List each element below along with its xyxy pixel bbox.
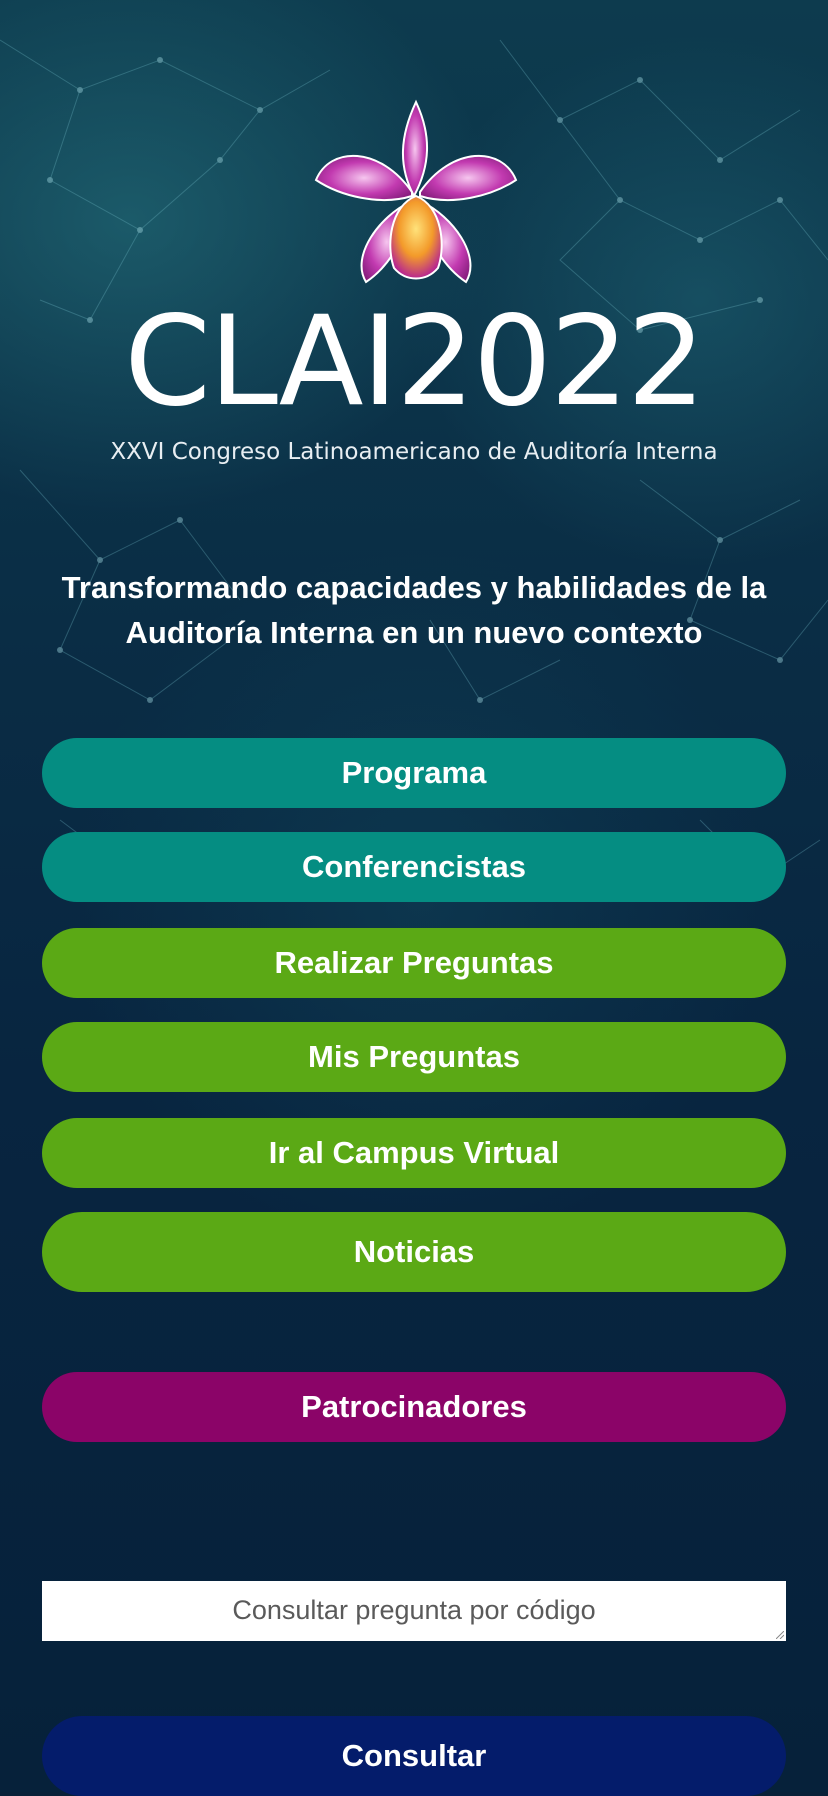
consultar-button[interactable]: Consultar (42, 1716, 786, 1796)
logo-title: CLAI2022 (124, 290, 705, 434)
patrocinadores-button[interactable]: Patrocinadores (42, 1372, 786, 1442)
mis-preguntas-button[interactable]: Mis Preguntas (42, 1022, 786, 1092)
logo-subtitle: XXVI Congreso Latinoamericano de Auditor… (110, 439, 718, 465)
query-code-input[interactable] (42, 1581, 786, 1641)
campus-virtual-button[interactable]: Ir al Campus Virtual (42, 1118, 786, 1188)
realizar-preguntas-button[interactable]: Realizar Preguntas (42, 928, 786, 998)
tagline: Transformando capacidades y habilidades … (61, 570, 767, 650)
noticias-button[interactable]: Noticias (42, 1212, 786, 1292)
conferencistas-button[interactable]: Conferencistas (42, 832, 786, 902)
orchid-icon (314, 99, 518, 284)
programa-button[interactable]: Programa (42, 738, 786, 808)
resize-grip-icon (776, 1631, 784, 1639)
